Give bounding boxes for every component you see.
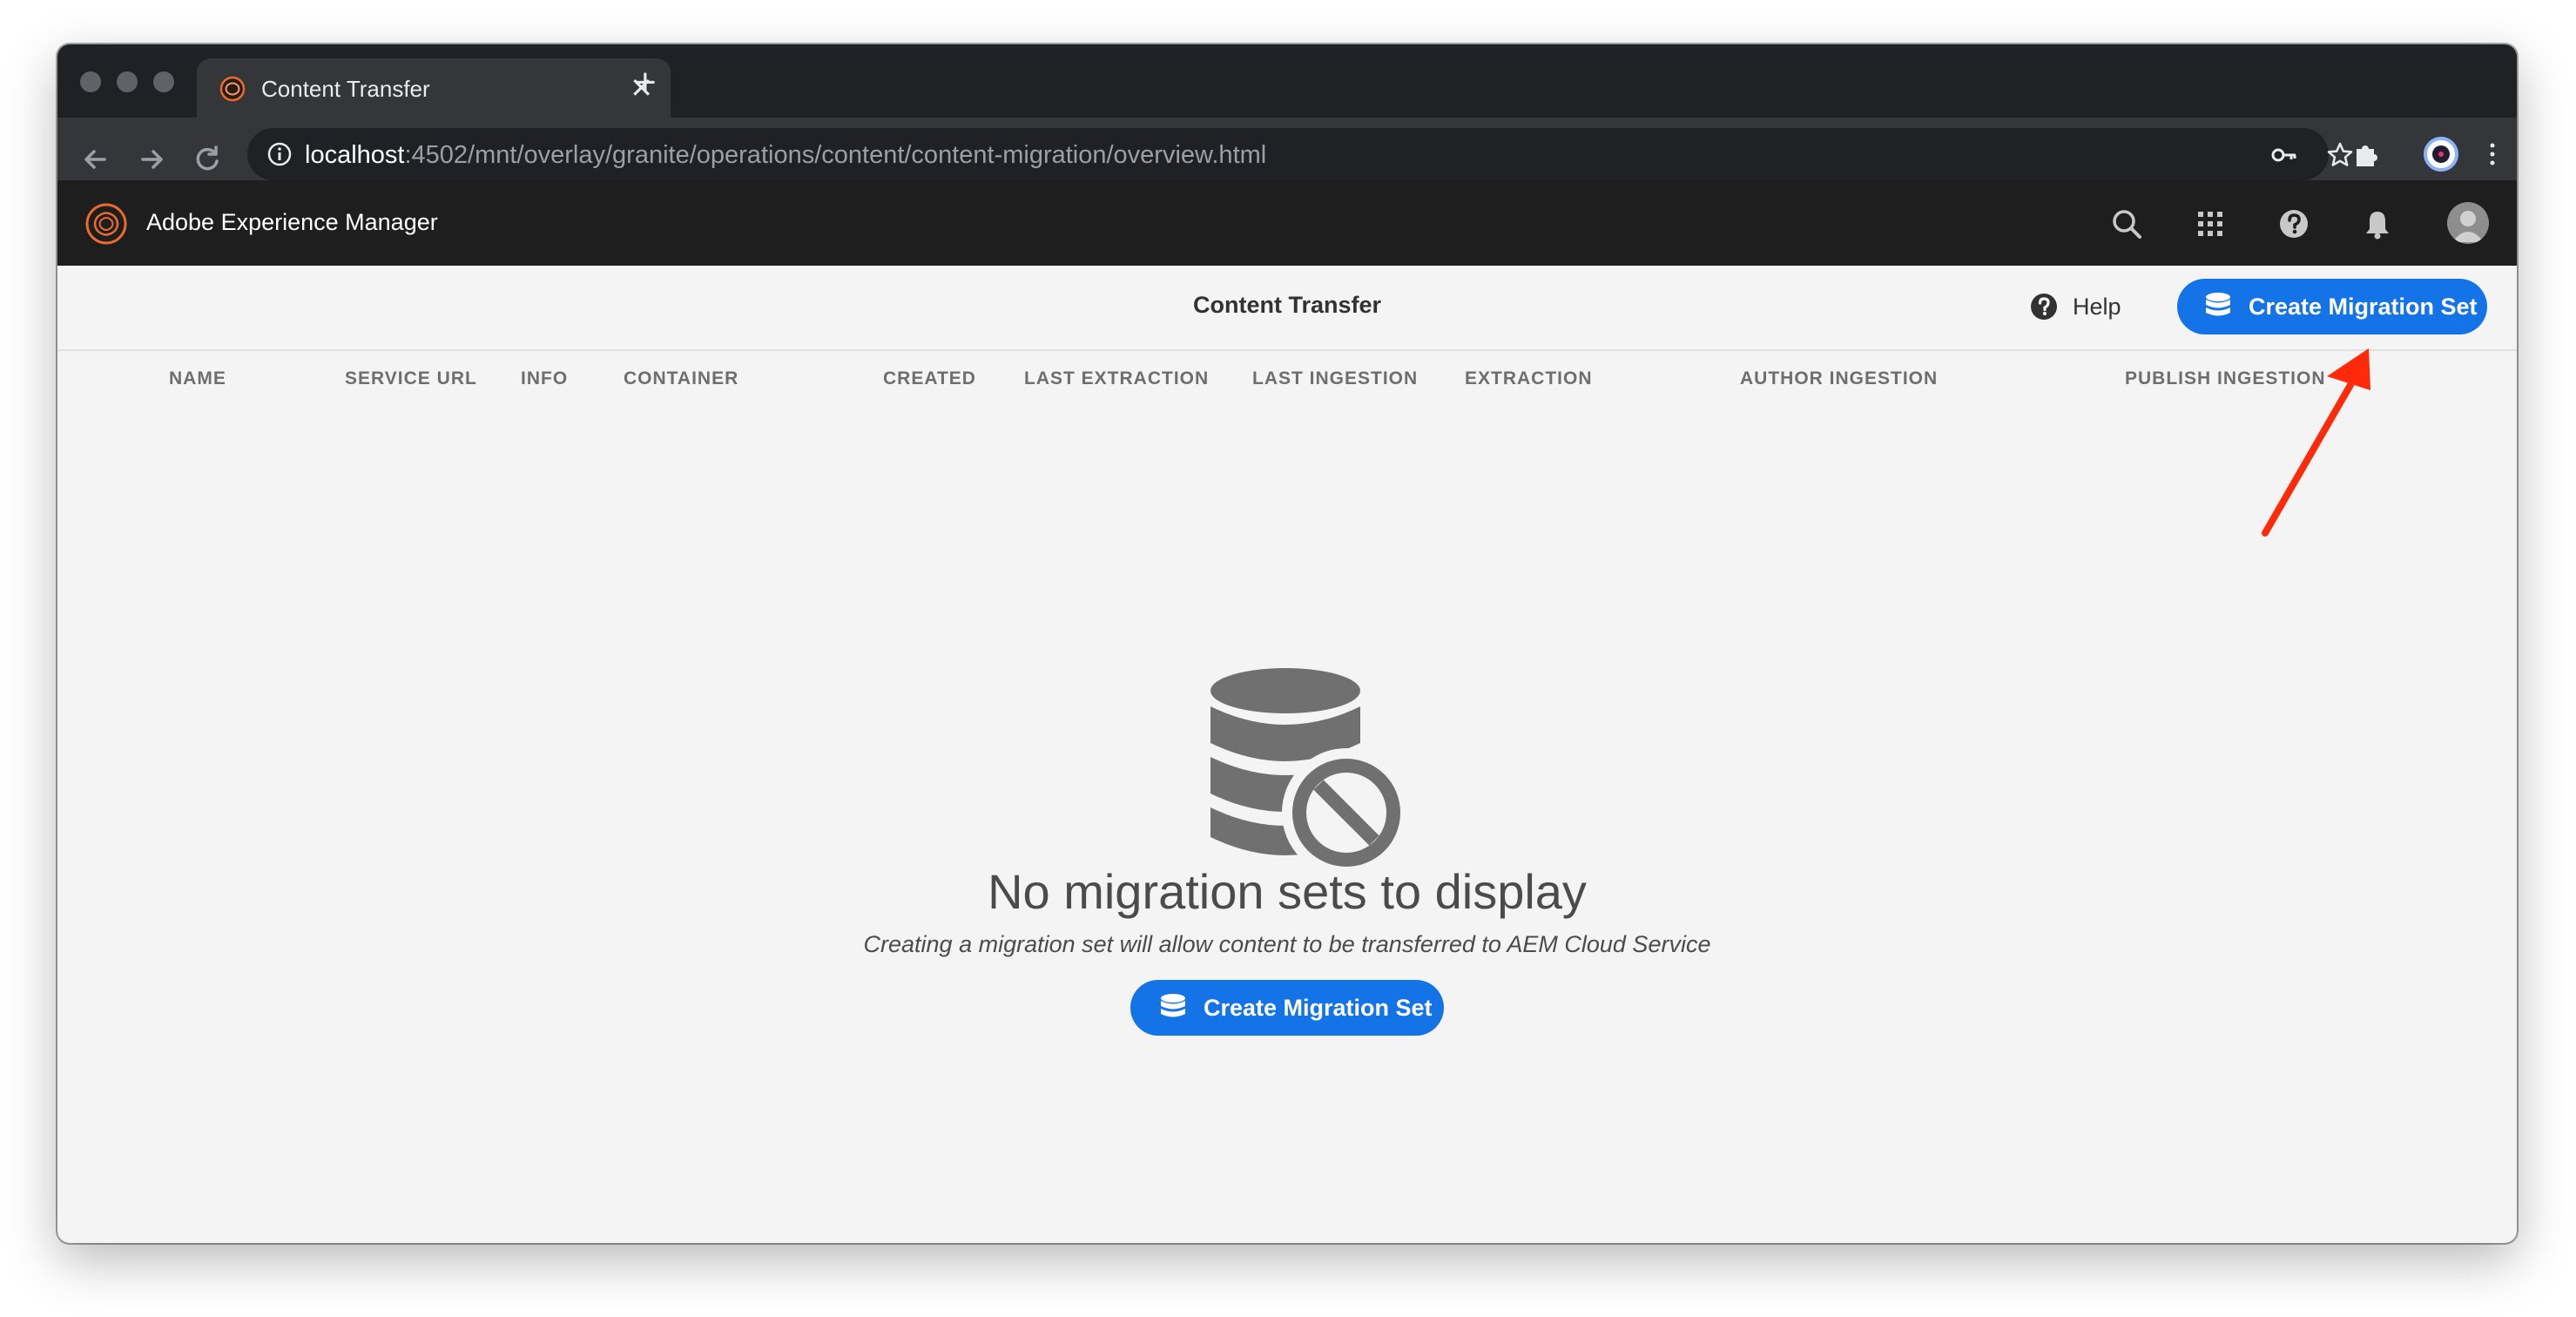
database-icon — [2206, 293, 2230, 316]
browser-window: Content Transfer ✕ + localhost:4502/mnt/… — [57, 44, 2517, 1243]
help-circle-icon[interactable] — [2276, 206, 2311, 241]
create-migration-set-label: Create Migration Set — [2249, 294, 2478, 320]
solutions-grid-icon[interactable] — [2193, 206, 2228, 241]
extensions-puzzle-icon[interactable] — [2351, 138, 2383, 170]
key-icon[interactable] — [2269, 140, 2299, 170]
aem-shell-header: Adobe Experience Manager — [57, 180, 2517, 266]
window-maximize-dot[interactable] — [153, 71, 174, 92]
profile-extension-icon[interactable] — [2423, 136, 2459, 172]
column-header-author-ingestion[interactable]: AUTHOR INGESTION — [1740, 368, 1938, 389]
page-title: Content Transfer — [1192, 292, 1382, 318]
action-bar: Content Transfer Help Create Migration S… — [57, 266, 2517, 351]
address-bar[interactable]: localhost:4502/mnt/overlay/granite/opera… — [247, 128, 2353, 180]
database-unavailable-icon — [1210, 668, 1411, 877]
reload-icon[interactable] — [186, 138, 228, 180]
url-host: localhost — [305, 141, 405, 169]
column-header-created[interactable]: CREATED — [883, 368, 976, 389]
column-header-extraction[interactable]: EXTRACTION — [1465, 368, 1593, 389]
help-label: Help — [2073, 294, 2121, 320]
column-header-info[interactable]: INFO — [521, 368, 568, 389]
back-icon[interactable] — [75, 138, 117, 180]
column-header-last-ingestion[interactable]: LAST INGESTION — [1252, 368, 1418, 389]
new-tab-button[interactable]: + — [634, 64, 657, 102]
empty-state-create-migration-set-button[interactable]: Create Migration Set — [1130, 980, 1444, 1036]
window-minimize-dot[interactable] — [117, 71, 138, 92]
window-close-dot[interactable] — [80, 71, 101, 92]
aem-favicon-icon — [219, 76, 246, 102]
database-icon — [1161, 994, 1185, 1017]
column-header-container[interactable]: CONTAINER — [624, 368, 738, 389]
app-title[interactable]: Adobe Experience Manager — [146, 209, 438, 236]
aem-logo-icon[interactable] — [84, 201, 129, 247]
url-text[interactable]: localhost:4502/mnt/overlay/granite/opera… — [305, 141, 1266, 170]
empty-state-create-label: Create Migration Set — [1204, 995, 1433, 1021]
search-icon[interactable] — [2109, 206, 2144, 241]
user-silhouette-icon — [2452, 211, 2484, 242]
tab-title: Content Transfer — [261, 76, 430, 102]
column-header-name[interactable]: NAME — [169, 368, 226, 389]
notifications-bell-icon[interactable] — [2360, 206, 2395, 241]
forward-icon[interactable] — [131, 138, 172, 180]
column-header-publish-ingestion[interactable]: PUBLISH INGESTION — [2125, 368, 2326, 389]
url-path: :4502/mnt/overlay/granite/operations/con… — [404, 141, 1267, 169]
column-header-last-extraction[interactable]: LAST EXTRACTION — [1024, 368, 1209, 389]
bookmark-star-icon[interactable] — [2325, 140, 2355, 170]
empty-state-description: Creating a migration set will allow cont… — [863, 931, 1711, 957]
tab-strip: Content Transfer ✕ + — [57, 44, 2517, 119]
site-info-icon[interactable] — [266, 141, 293, 167]
user-avatar[interactable] — [2447, 202, 2489, 244]
create-migration-set-button[interactable]: Create Migration Set — [2177, 279, 2487, 334]
help-icon — [2031, 294, 2057, 320]
browser-menu-icon[interactable] — [2477, 138, 2508, 170]
column-header-service-url[interactable]: SERVICE URL — [345, 368, 477, 389]
browser-tab[interactable]: Content Transfer ✕ — [197, 58, 671, 119]
empty-state-title: No migration sets to display — [988, 864, 1587, 919]
